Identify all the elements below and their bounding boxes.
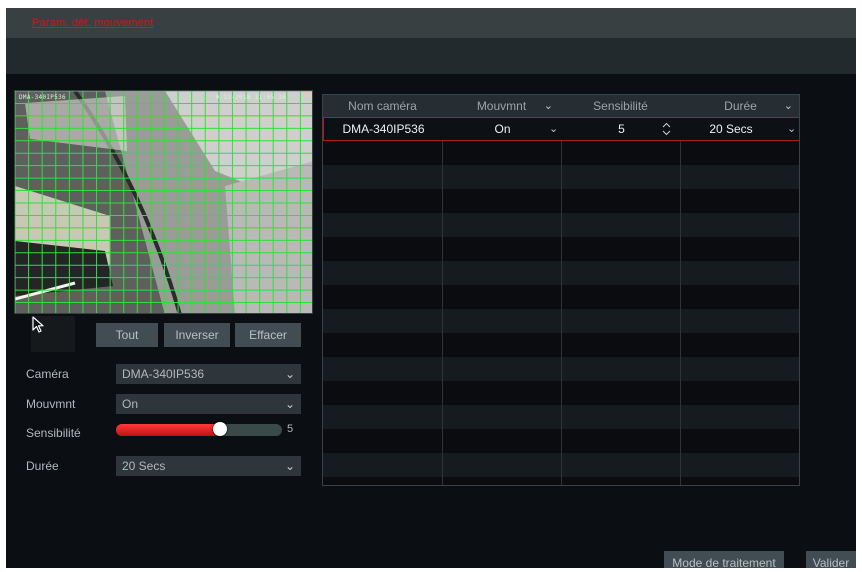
column-header-duration[interactable]: Durée ⌄ xyxy=(680,95,799,117)
column-header-duration-label: Durée xyxy=(724,99,757,113)
cell-duration[interactable]: 20 Secs xyxy=(681,118,781,140)
processing-mode-button[interactable]: Mode de traitement xyxy=(664,551,784,568)
column-divider xyxy=(561,95,562,485)
motion-select[interactable]: On ⌄ xyxy=(116,394,301,414)
chevron-down-icon: ⌄ xyxy=(284,367,295,381)
table-row[interactable]: DMA-340IP536 On ⌄ 5 20 Secs ⌄ xyxy=(323,117,799,141)
sensitivity-slider-thumb[interactable] xyxy=(213,422,227,436)
duration-label: Durée xyxy=(26,459,59,473)
cursor-arrow-icon xyxy=(32,316,44,333)
column-header-sensitivity: Sensibilité xyxy=(561,95,680,117)
toolbar-band xyxy=(6,38,856,74)
motion-grid-canvas[interactable] xyxy=(15,91,313,314)
column-divider xyxy=(680,95,681,485)
select-all-button[interactable]: Tout xyxy=(96,323,158,347)
column-header-motion[interactable]: Mouvmnt ⌄ xyxy=(442,95,561,117)
chevron-down-icon[interactable]: ⌄ xyxy=(784,95,793,117)
sensitivity-slider[interactable] xyxy=(116,422,282,436)
motion-detection-window: Param. dét. mouvement DMA-340IP536 0-13-… xyxy=(6,8,856,568)
title-bar: Param. dét. mouvement xyxy=(6,8,856,38)
chevron-down-icon[interactable]: ⌄ xyxy=(787,118,796,140)
page-title: Param. dét. mouvement xyxy=(32,17,154,29)
motion-select-value: On xyxy=(122,397,139,411)
osd-timestamp: 0-13-2018 11:05:36 xyxy=(215,94,286,101)
spinner-updown-icon[interactable] xyxy=(662,122,671,136)
table-header: Nom caméra Mouvmnt ⌄ Sensibilité Durée ⌄ xyxy=(323,95,799,117)
chevron-down-icon[interactable]: ⌄ xyxy=(549,118,558,140)
cell-camera-name: DMA-340IP536 xyxy=(342,122,425,136)
sensitivity-slider-fill xyxy=(116,424,220,436)
clear-button[interactable]: Effacer xyxy=(235,323,301,347)
cell-motion[interactable]: On xyxy=(443,118,562,140)
duration-select[interactable]: 20 Secs ⌄ xyxy=(116,456,301,476)
camera-preview[interactable]: DMA-340IP536 0-13-2018 11:05:36 xyxy=(14,90,313,314)
duration-select-value: 20 Secs xyxy=(122,459,166,473)
camera-select[interactable]: DMA-340IP536 ⌄ xyxy=(116,364,301,384)
camera-settings-table: Nom caméra Mouvmnt ⌄ Sensibilité Durée ⌄ D… xyxy=(322,94,800,486)
chevron-down-icon: ⌄ xyxy=(284,459,295,473)
camera-label: Caméra xyxy=(26,367,69,381)
column-divider xyxy=(442,95,443,485)
column-header-sensitivity-label: Sensibilité xyxy=(593,99,648,113)
invert-button[interactable]: Inverser xyxy=(164,323,230,347)
chevron-down-icon: ⌄ xyxy=(284,397,295,411)
osd-camera-name: DMA-340IP536 xyxy=(19,94,66,101)
column-header-camera: Nom caméra xyxy=(323,95,442,117)
camera-select-value: DMA-340IP536 xyxy=(122,367,205,381)
motion-label: Mouvmnt xyxy=(26,397,76,411)
main-panel: DMA-340IP536 0-13-2018 11:05:36 Tout Inv… xyxy=(6,74,856,568)
column-header-motion-label: Mouvmnt xyxy=(476,99,527,113)
chevron-down-icon[interactable]: ⌄ xyxy=(544,95,553,117)
sensitivity-value: 5 xyxy=(287,423,294,435)
sensitivity-label: Sensibilité xyxy=(26,426,81,440)
column-header-camera-label: Nom caméra xyxy=(348,99,417,113)
validate-button[interactable]: Valider xyxy=(806,551,856,568)
